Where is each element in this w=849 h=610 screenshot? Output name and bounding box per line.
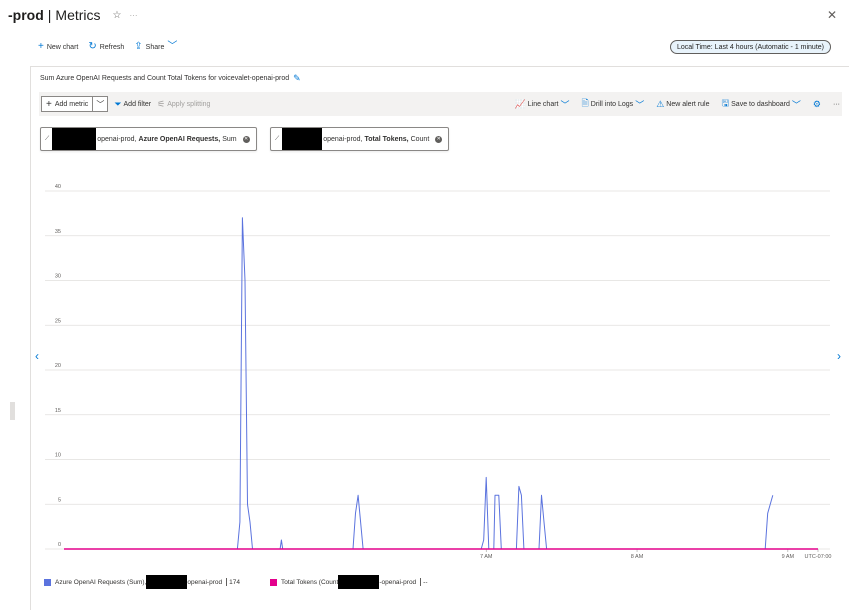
save-icon: 🖫	[721, 98, 730, 108]
save-to-dashboard-button[interactable]: 🖫 Save to dashboard ﹀	[721, 96, 800, 112]
redacted-block	[52, 128, 97, 150]
apply-splitting-button[interactable]: ⚟ Apply splitting	[157, 99, 210, 110]
line-type-icon: ⟋	[275, 135, 280, 142]
chevron-right-icon[interactable]: ›	[837, 349, 841, 363]
new-chart-button[interactable]: + New chart	[38, 42, 78, 52]
legend-value-requests: 174	[229, 578, 240, 586]
chart-toolbar: + Add metric ﹀ ⏷ Add filter ⚟ Apply split…	[39, 92, 842, 116]
plus-icon: +	[38, 41, 44, 52]
share-icon: ⇪	[134, 41, 143, 52]
legend-value-tokens: --	[423, 578, 428, 586]
edit-title-icon[interactable]: ✎	[293, 73, 301, 84]
line-chart-button[interactable]: 📈 Line chart ﹀	[515, 98, 570, 111]
redacted-block	[146, 575, 188, 589]
star-icon[interactable]: ☆	[113, 10, 122, 21]
remove-metric-icon[interactable]: ✕	[435, 135, 443, 143]
add-filter-button[interactable]: ⏷ Add filter	[114, 99, 151, 110]
alert-icon: ⚠	[656, 98, 665, 109]
page-title: -prod	[8, 7, 44, 23]
logs-icon: 🗎	[581, 98, 589, 108]
chart-card: Sum Azure OpenAI Requests and Count Tota…	[30, 66, 849, 610]
resize-handle[interactable]	[10, 402, 15, 420]
legend-swatch-tokens	[269, 578, 277, 586]
refresh-button[interactable]: ↻ Refresh	[88, 42, 124, 52]
metric-pill-requests[interactable]: ⟋ openai-prod, Azure OpenAI Requests, Su…	[40, 127, 257, 151]
refresh-icon: ↻	[88, 41, 97, 52]
legend-label-requests: Azure OpenAI Requests (Sum),	[55, 578, 147, 586]
legend-label-tokens: Total Tokens (Count	[280, 578, 339, 586]
chart-title: Sum Azure OpenAI Requests and Count Tota…	[40, 73, 301, 84]
split-icon: ⚟	[157, 98, 166, 109]
more-button[interactable]: ···	[833, 101, 840, 108]
more-options-icon[interactable]: ···	[130, 11, 138, 20]
drill-into-logs-button[interactable]: 🗎 Drill into Logs ﹀	[582, 96, 645, 112]
chart-legend: Azure OpenAI Requests (Sum), openai-prod…	[44, 575, 428, 589]
chevron-down-icon: ﹀	[635, 99, 645, 110]
new-alert-rule-button[interactable]: ⚠ New alert rule	[656, 99, 709, 110]
title-separator: |	[47, 7, 52, 23]
line-type-icon: ⟋	[45, 135, 50, 142]
gear-icon: ⚙	[812, 98, 821, 109]
settings-button[interactable]: ⚙	[813, 99, 821, 110]
legend-label-requests-suffix: openai-prod	[187, 578, 223, 586]
page-title-metrics: Metrics	[55, 7, 101, 23]
line-chart-icon: 📈	[514, 98, 526, 109]
chevron-down-icon: ﹀	[560, 99, 570, 110]
chevron-down-icon: ﹀	[791, 99, 801, 110]
legend-swatch-requests	[44, 578, 51, 586]
chevron-down-icon[interactable]: ﹀	[92, 97, 107, 111]
share-button[interactable]: ⇪ Share ﹀	[134, 42, 177, 52]
metric-pill-tokens[interactable]: ⟋ openai-prod, Total Tokens, Count ✕	[270, 127, 450, 151]
redacted-block	[338, 575, 380, 589]
remove-metric-icon[interactable]: ✕	[242, 135, 250, 143]
more-icon: ···	[833, 100, 840, 108]
plus-icon: +	[46, 98, 52, 110]
chevron-down-icon: ﹀	[167, 41, 178, 52]
page-header: -prod | Metrics ☆ ···	[8, 6, 138, 24]
chevron-left-icon[interactable]: ‹	[35, 349, 39, 363]
add-metric-button[interactable]: + Add metric ﹀	[41, 96, 109, 112]
redacted-block	[282, 128, 323, 150]
time-range-button[interactable]: Local Time: Last 4 hours (Automatic - 1 …	[669, 40, 831, 54]
close-icon[interactable]: ✕	[827, 8, 837, 22]
legend-label-tokens-suffix: -openai-prod	[379, 578, 417, 586]
filter-icon: ⏷	[114, 98, 122, 109]
command-bar: + New chart ↻ Refresh ⇪ Share ﹀	[38, 40, 177, 54]
